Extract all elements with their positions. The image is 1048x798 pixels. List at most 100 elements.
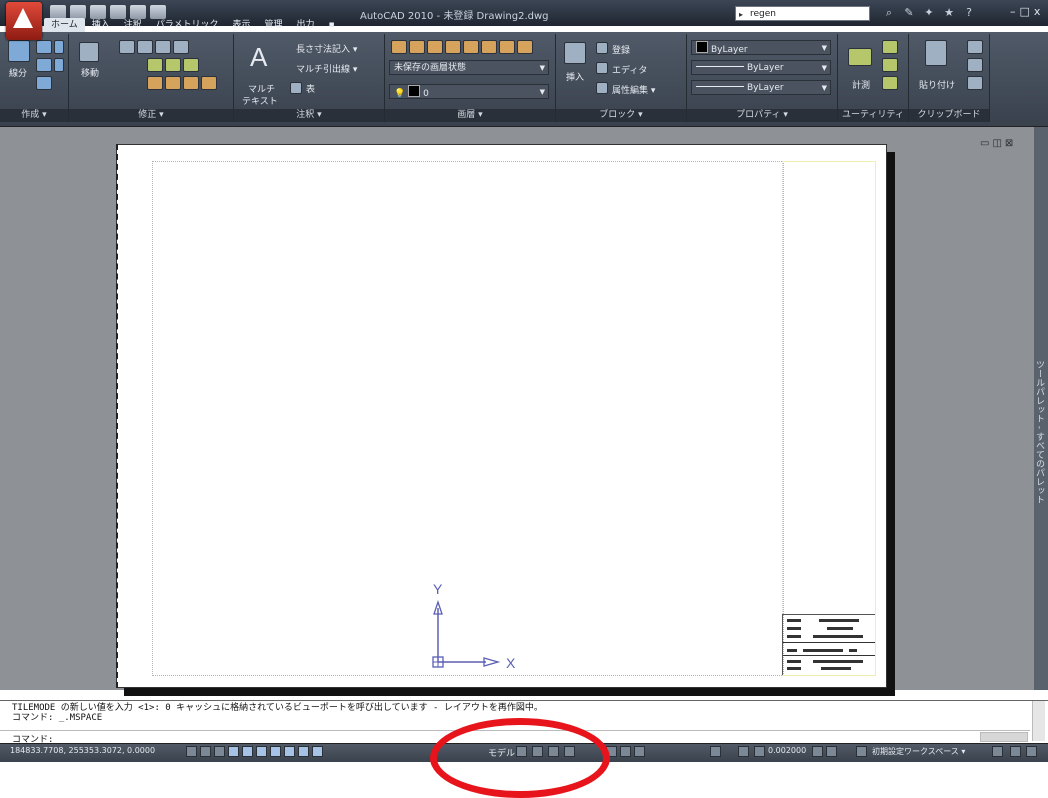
- layer-state-dropdown[interactable]: 未保存の画層状態 ▼: [389, 60, 549, 75]
- search-input[interactable]: ▸ regen: [735, 6, 870, 21]
- minimize-button[interactable]: –: [1010, 5, 1016, 18]
- move-icon[interactable]: [79, 42, 99, 62]
- id-point-icon[interactable]: [882, 58, 898, 72]
- color-dropdown[interactable]: ByLayer ▼: [691, 40, 831, 55]
- tab-home[interactable]: ホーム: [44, 18, 85, 32]
- zoom-icon[interactable]: [620, 746, 631, 757]
- panel-properties-title[interactable]: プロパティ ▾: [687, 109, 837, 122]
- layer-lock-icon[interactable]: [463, 40, 479, 54]
- ribbon-toggle-icon[interactable]: ▪: [322, 18, 342, 32]
- viewport-close-icon[interactable]: ⊠: [1005, 138, 1013, 149]
- trim-icon[interactable]: [183, 58, 199, 72]
- measure-icon[interactable]: [848, 48, 872, 66]
- polyline-icon[interactable]: [36, 40, 52, 54]
- plot-icon[interactable]: [150, 5, 166, 19]
- lineweight-toggle-icon[interactable]: [298, 746, 309, 757]
- panel-block-title[interactable]: ブロック ▾: [556, 109, 686, 122]
- block-editor-label[interactable]: エディタ: [612, 63, 647, 76]
- annotation-scale-icon[interactable]: [738, 746, 749, 757]
- communication-icon[interactable]: ✎: [902, 6, 916, 20]
- mirror-icon[interactable]: [155, 40, 171, 54]
- fillet-icon[interactable]: [173, 40, 189, 54]
- block-editor-icon[interactable]: [596, 62, 608, 74]
- insert-label[interactable]: 挿入: [566, 70, 584, 83]
- tab-parametric[interactable]: パラメトリック: [149, 18, 226, 32]
- application-menu-button[interactable]: [6, 2, 42, 40]
- create-block-icon[interactable]: [596, 42, 608, 54]
- paste-icon[interactable]: [925, 40, 947, 66]
- maximize-button[interactable]: □: [1020, 5, 1030, 18]
- annotation-visibility-icon[interactable]: [812, 746, 823, 757]
- lock-ui-icon[interactable]: [992, 746, 1003, 757]
- panel-layers-title[interactable]: 画層 ▾: [385, 109, 555, 122]
- viewport-scale-icon[interactable]: [754, 746, 765, 757]
- panel-annotation-title[interactable]: 注釈 ▾: [234, 109, 384, 122]
- open-icon[interactable]: [70, 5, 86, 19]
- layer-properties-icon[interactable]: [391, 40, 407, 54]
- status-menu-icon[interactable]: [1026, 746, 1037, 757]
- auto-scale-icon[interactable]: [826, 746, 837, 757]
- panel-clipboard-title[interactable]: クリップボード: [909, 109, 989, 122]
- close-button[interactable]: x: [1034, 5, 1041, 18]
- cut-icon[interactable]: [967, 40, 983, 54]
- stretch-icon[interactable]: [147, 58, 163, 72]
- edit-attribute-label[interactable]: 属性編集 ▾: [612, 83, 655, 96]
- clean-screen-icon[interactable]: [1010, 746, 1021, 757]
- scale-icon[interactable]: [165, 58, 181, 72]
- layer-walk-icon[interactable]: [517, 40, 533, 54]
- linetype-dropdown[interactable]: ByLayer ▼: [691, 60, 831, 75]
- quick-select-icon[interactable]: [882, 40, 898, 54]
- viewport-minimize-icon[interactable]: ▭: [980, 138, 989, 149]
- erase-icon[interactable]: [147, 76, 163, 90]
- panel-modify-title[interactable]: 修正 ▾: [69, 109, 233, 122]
- layer-freeze-icon[interactable]: [445, 40, 461, 54]
- measure-label[interactable]: 計測: [852, 78, 870, 91]
- layer-previous-icon[interactable]: [499, 40, 515, 54]
- layer-match-icon[interactable]: [481, 40, 497, 54]
- copy-clip-icon[interactable]: [967, 58, 983, 72]
- tab-view[interactable]: 表示: [226, 18, 258, 32]
- rectangle-icon[interactable]: [54, 40, 64, 54]
- subscription-icon[interactable]: ✦: [922, 6, 936, 20]
- snap-mode-icon[interactable]: [186, 746, 197, 757]
- create-block-label[interactable]: 登録: [612, 43, 630, 56]
- save-icon[interactable]: [90, 5, 106, 19]
- paste-label[interactable]: 貼り付け: [919, 78, 955, 91]
- table-label[interactable]: 表: [306, 82, 315, 95]
- quick-properties-icon[interactable]: [312, 746, 323, 757]
- command-scrollbar[interactable]: [1032, 701, 1045, 741]
- coordinate-readout[interactable]: 184833.7708, 255353.3072, 0.0000: [10, 746, 155, 755]
- maximize-viewport-icon[interactable]: [710, 746, 721, 757]
- grid-display-icon[interactable]: [200, 746, 211, 757]
- panel-utilities-title[interactable]: ユーティリティ: [838, 109, 908, 122]
- ortho-mode-icon[interactable]: [214, 746, 225, 757]
- layer-off-icon[interactable]: [409, 40, 425, 54]
- redo-icon[interactable]: [130, 5, 146, 19]
- undo-icon[interactable]: [110, 5, 126, 19]
- new-icon[interactable]: [50, 5, 66, 19]
- object-snap-icon[interactable]: [242, 746, 253, 757]
- rotate-icon[interactable]: [137, 40, 153, 54]
- offset-icon[interactable]: [201, 76, 217, 90]
- multileader-button[interactable]: マルチ引出線 ▾: [296, 62, 357, 75]
- viewport-restore-icon[interactable]: ◫: [992, 138, 1001, 149]
- linear-dimension-button[interactable]: 長さ寸法記入 ▾: [296, 42, 357, 55]
- steering-wheel-icon[interactable]: [634, 746, 645, 757]
- line-tool-icon[interactable]: [8, 40, 30, 62]
- explode-icon[interactable]: [165, 76, 181, 90]
- viewport-scale-value[interactable]: 0.002000: [768, 746, 806, 755]
- layer-isolate-icon[interactable]: [427, 40, 443, 54]
- command-hscrollbar[interactable]: [980, 732, 1028, 742]
- help-icon[interactable]: ?: [962, 6, 976, 20]
- tab-manage[interactable]: 管理: [258, 18, 290, 32]
- workspace-switch-icon[interactable]: [856, 746, 867, 757]
- binoculars-icon[interactable]: ⌕: [882, 6, 896, 20]
- polar-tracking-icon[interactable]: [228, 746, 239, 757]
- mtext-glyph[interactable]: A: [250, 42, 267, 73]
- tab-insert[interactable]: 挿入: [85, 18, 117, 32]
- arc-icon[interactable]: [36, 76, 52, 90]
- panel-draw-title[interactable]: 作成 ▾: [0, 109, 68, 122]
- match-properties-icon[interactable]: [967, 76, 983, 90]
- circle-icon[interactable]: [36, 58, 52, 72]
- dynamic-ucs-icon[interactable]: [270, 746, 281, 757]
